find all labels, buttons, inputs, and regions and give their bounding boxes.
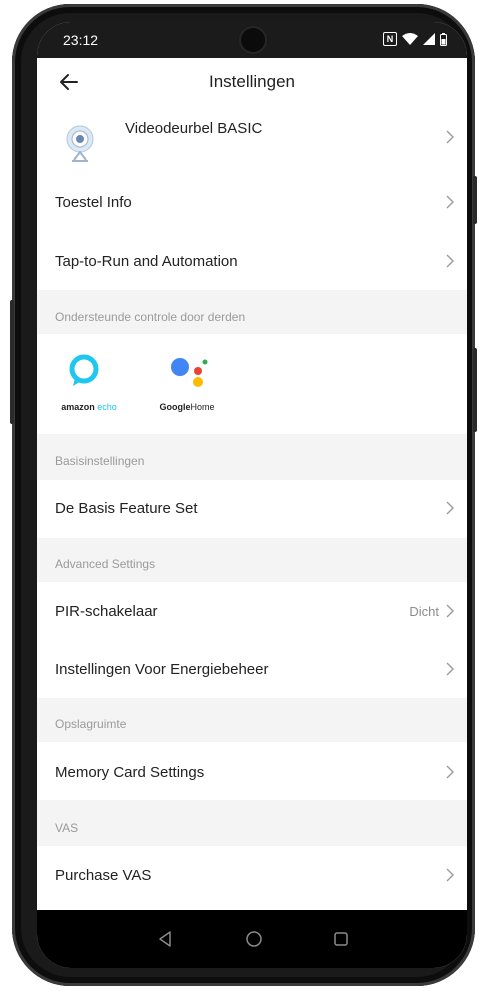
doorbell-camera-icon [66, 125, 94, 162]
power-management-label: Instellingen Voor Energiebeheer [55, 661, 269, 678]
tap-to-run-row[interactable]: Tap-to-Run and Automation [37, 230, 467, 290]
section-title: Ondersteunde controle door derden [55, 310, 246, 324]
section-title: Opslagruimte [55, 717, 127, 731]
google-home-label: GoogleHome [147, 402, 227, 412]
tap-to-run-label: Tap-to-Run and Automation [55, 253, 238, 270]
chevron-right-icon [446, 254, 454, 268]
section-advanced: Advanced Settings [37, 538, 467, 582]
memory-card-label: Memory Card Settings [55, 764, 205, 781]
chevron-right-icon [446, 130, 454, 144]
phone-screen: 23:12 N Instellingen Videodeurbel BASIC … [37, 22, 467, 968]
google-assistant-icon [171, 358, 208, 387]
chevron-right-icon [446, 604, 454, 618]
status-time: 23:12 [63, 32, 99, 48]
purchase-vas-label: Purchase VAS [55, 867, 152, 884]
purchase-vas-row[interactable]: Purchase VAS [37, 846, 467, 910]
chevron-right-icon [446, 765, 454, 779]
section-storage: Opslagruimte [37, 698, 467, 742]
nfc-icon: N [383, 32, 397, 46]
nav-home-icon[interactable] [245, 930, 263, 948]
battery-icon [440, 32, 447, 46]
chevron-right-icon [446, 501, 454, 515]
google-home-integration[interactable]: GoogleHome [147, 348, 227, 418]
basic-feature-set-label: De Basis Feature Set [55, 500, 198, 517]
volume-button [10, 300, 14, 424]
integrations-row: amazon echo GoogleHome [37, 334, 467, 434]
wifi-icon [402, 33, 418, 45]
power-button [473, 176, 477, 224]
device-info-label: Toestel Info [55, 194, 132, 211]
power-management-row[interactable]: Instellingen Voor Energiebeheer [37, 640, 467, 698]
section-title: Basisinstellingen [55, 454, 145, 468]
chevron-right-icon [446, 868, 454, 882]
echo-product: echo [97, 402, 117, 412]
front-camera [241, 28, 265, 52]
page-title: Instellingen [208, 72, 295, 91]
amazon-brand: amazon [61, 402, 95, 412]
side-button [473, 348, 477, 432]
section-basic: Basisinstellingen [37, 434, 467, 480]
device-info-row[interactable]: Toestel Info [37, 170, 467, 230]
nav-back-icon[interactable] [157, 930, 173, 948]
status-bar: 23:12 N [37, 22, 467, 58]
navigation-bar [37, 910, 467, 968]
amazon-echo-label: amazon echo [53, 402, 125, 412]
chevron-right-icon [446, 662, 454, 676]
app-bar: Instellingen [37, 58, 467, 106]
nav-recents-icon[interactable] [333, 931, 349, 947]
status-icons: N [383, 32, 447, 46]
alexa-icon [69, 354, 99, 386]
pir-switch-label: PIR-schakelaar [55, 603, 158, 620]
device-name: Videodeurbel BASIC [125, 120, 263, 137]
chevron-right-icon [446, 195, 454, 209]
basic-feature-set-row[interactable]: De Basis Feature Set [37, 480, 467, 538]
section-title: VAS [55, 821, 79, 835]
google-brand: Google [159, 402, 191, 412]
pir-switch-value: Dicht [409, 604, 439, 619]
amazon-echo-integration[interactable]: amazon echo [53, 348, 125, 418]
home-product: Home [190, 402, 215, 412]
signal-icon [423, 33, 435, 45]
section-vas: VAS [37, 800, 467, 846]
memory-card-row[interactable]: Memory Card Settings [37, 742, 467, 800]
section-title: Advanced Settings [55, 557, 156, 571]
device-row[interactable]: Videodeurbel BASIC [37, 106, 467, 170]
pir-switch-row[interactable]: PIR-schakelaar Dicht [37, 582, 467, 640]
section-third-party: Ondersteunde controle door derden [37, 290, 467, 334]
